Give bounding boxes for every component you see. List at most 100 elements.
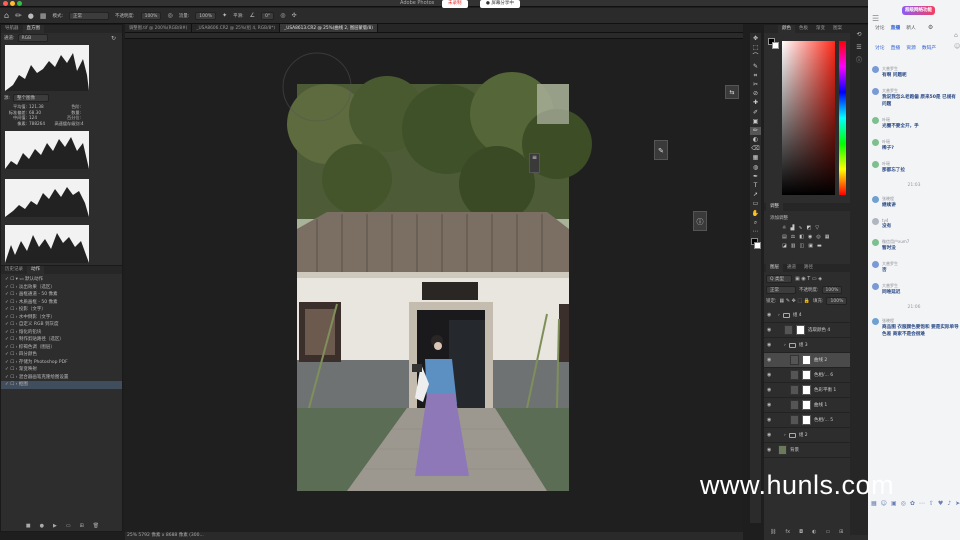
action-item[interactable]: ✓ ☐ › 棕褐色调（图层） (1, 344, 122, 352)
tool-17-icon[interactable]: ➚ (750, 191, 761, 199)
visibility-eye-icon[interactable]: ◉ (767, 432, 772, 438)
tool-21-icon[interactable]: ⋯ (750, 228, 761, 236)
new-set-icon[interactable]: ▭ (66, 523, 71, 529)
tool-8-icon[interactable]: ✐ (750, 109, 761, 117)
tab-paths[interactable]: 路径 (800, 264, 817, 272)
visibility-eye-icon[interactable]: ◉ (767, 447, 772, 453)
pressure-size-icon[interactable]: ◎ (280, 12, 285, 19)
brush-preset-icon[interactable]: ● (28, 12, 34, 20)
subtab-digital[interactable]: 数码产 (922, 44, 936, 51)
threshold-icon[interactable]: ◫ (799, 243, 804, 249)
promo-badge[interactable]: 超级网络功能 (902, 6, 935, 15)
brush-panel-icon[interactable]: ▦ (40, 12, 47, 20)
visibility-eye-icon[interactable]: ◉ (767, 372, 772, 378)
fx-icon[interactable]: fx (785, 529, 790, 535)
play-icon[interactable]: ▶ (53, 523, 57, 529)
like-icon[interactable]: ♥ (938, 500, 943, 507)
stop-icon[interactable]: ■ (26, 523, 31, 529)
bell-icon[interactable]: ♪ (947, 500, 951, 507)
side-tool-1-icon[interactable]: ⌂ (954, 30, 960, 41)
color-bg-swatch[interactable] (772, 42, 779, 49)
airbrush-icon[interactable]: ✦ (222, 12, 227, 19)
avatar[interactable] (872, 117, 879, 124)
avatar[interactable] (872, 318, 879, 325)
mask-thumb[interactable] (796, 325, 805, 335)
tool-11-icon[interactable]: ◐ (750, 136, 761, 144)
action-check-icon[interactable]: ✓ ☐ › (5, 315, 19, 320)
visibility-eye-icon[interactable]: ◉ (767, 417, 772, 423)
mask-thumb[interactable] (802, 355, 811, 365)
mic-icon[interactable]: ◎ (901, 500, 906, 507)
mask-thumb[interactable] (802, 415, 811, 425)
tab-gradients[interactable]: 渐变 (812, 25, 829, 33)
more-icon[interactable]: ⋯ (919, 500, 925, 507)
new-action-icon[interactable]: ⊞ (80, 523, 84, 529)
action-check-icon[interactable]: ✓ ☐ › (5, 382, 19, 387)
filter-icons[interactable]: ▣ ◉ T ▭ ◈ (795, 276, 822, 282)
subtab-live[interactable]: 直播 (891, 44, 901, 51)
subtab-discuss[interactable]: 讨论 (875, 44, 885, 51)
lookup-icon[interactable]: ▦ (825, 234, 830, 240)
add-mask-icon[interactable]: ◘ (799, 529, 803, 535)
action-check-icon[interactable]: ✓ ☐ › (5, 292, 19, 297)
tool-4-icon[interactable]: ⌗ (750, 72, 761, 80)
emoji-icon[interactable]: ☺ (881, 500, 887, 507)
tool-16-icon[interactable]: T (750, 182, 761, 190)
tool-15-icon[interactable]: ✒ (750, 173, 761, 181)
posterize-icon[interactable]: ▥ (791, 243, 796, 249)
mixer-icon[interactable]: ◎ (816, 234, 820, 240)
layer-kind-select[interactable]: Q 类型 (766, 275, 792, 283)
lock-icons[interactable]: ▦ ✎ ✥ ⬚ 🔒 (780, 298, 810, 304)
avatar[interactable] (872, 239, 879, 246)
link-layers-icon[interactable]: ⛓ (770, 529, 776, 535)
expand-chevron-icon[interactable]: › (784, 343, 786, 348)
tool-9-icon[interactable]: ▣ (750, 118, 761, 126)
tool-19-icon[interactable]: ✋ (750, 210, 761, 218)
tab-swatches[interactable]: 色板 (795, 25, 812, 33)
doc-tab-2[interactable]: _USA8606.CR2 @ 25%(组 4, RGB/8*) (192, 24, 281, 32)
action-item[interactable]: ✓ ☐ › 存储为 Photoshop PDF (1, 359, 122, 367)
tab-layers[interactable]: 图层 (766, 264, 783, 272)
action-check-icon[interactable]: ✓ ☐ › (5, 337, 19, 342)
tool-12-icon[interactable]: ⌫ (750, 145, 761, 153)
tab-histogram[interactable]: 直方图 (22, 25, 44, 33)
action-item[interactable]: ✓ ☐ › 水中倒影（文字） (1, 314, 122, 322)
send-icon[interactable]: ➤ (955, 500, 960, 507)
menu-icon[interactable]: ☰ (872, 14, 879, 23)
tool-20-icon[interactable]: ⌕ (750, 219, 761, 227)
action-check-icon[interactable]: ✓ ☐ › (5, 352, 19, 357)
flow-input[interactable]: 100% (195, 11, 217, 20)
history-panel-icon[interactable]: ⟲ (850, 28, 868, 41)
tool-2-icon[interactable]: ⌒ (750, 53, 761, 61)
action-item[interactable]: ✓ ☐ › 投影（文字） (1, 306, 122, 314)
action-item[interactable]: ✓ ☐ › 自定义 RGB 到灰度 (1, 321, 122, 329)
color-field[interactable] (782, 41, 835, 195)
bw-icon[interactable]: ◧ (799, 234, 804, 240)
action-check-icon[interactable]: ✓ ☐ › (5, 367, 19, 372)
action-check-icon[interactable]: ✓ ☐ › (5, 307, 19, 312)
tool-1-icon[interactable]: ⬚ (750, 44, 761, 52)
color-balance-icon[interactable]: ⚖ (791, 234, 795, 240)
action-item[interactable]: ✓ ☐ › 淡出效果（选区） (1, 284, 122, 292)
pressure-opacity-icon[interactable]: ◎ (167, 12, 172, 19)
levels-icon[interactable]: ▟ (790, 225, 794, 231)
action-item[interactable]: ✓ ☐ › 制作剪贴路径（选区） (1, 336, 122, 344)
mask-thumb[interactable] (802, 370, 811, 380)
maximize-window-icon[interactable] (17, 1, 22, 6)
info-flyout-icon[interactable]: ⓘ (693, 211, 707, 231)
share-icon[interactable]: ⇧ (929, 500, 934, 507)
action-set[interactable]: ✓ ☐ ▾ ▭ 默认动作 (1, 276, 122, 284)
layer-opacity-input[interactable]: 100% (821, 286, 843, 294)
collapse-panels-icon[interactable]: ⇆ (725, 85, 739, 99)
tab-color[interactable]: 颜色 (778, 25, 795, 33)
action-check-icon[interactable]: ✓ ☐ › (5, 375, 19, 380)
action-item[interactable]: ✓ ☐ › 木质画框 - 50 像素 (1, 299, 122, 307)
vibrance-icon[interactable]: ▽ (815, 225, 819, 231)
tab-new[interactable]: 新人 (906, 24, 916, 31)
gradient-map-icon[interactable]: ▬ (817, 243, 822, 249)
action-item[interactable]: ✓ ☐ › 四分颜色 (1, 351, 122, 359)
exposure-icon[interactable]: ◩ (807, 225, 812, 231)
avatar[interactable] (872, 218, 879, 225)
angle-input[interactable]: 0° (261, 11, 275, 20)
selective-color-icon[interactable]: ▣ (808, 243, 813, 249)
